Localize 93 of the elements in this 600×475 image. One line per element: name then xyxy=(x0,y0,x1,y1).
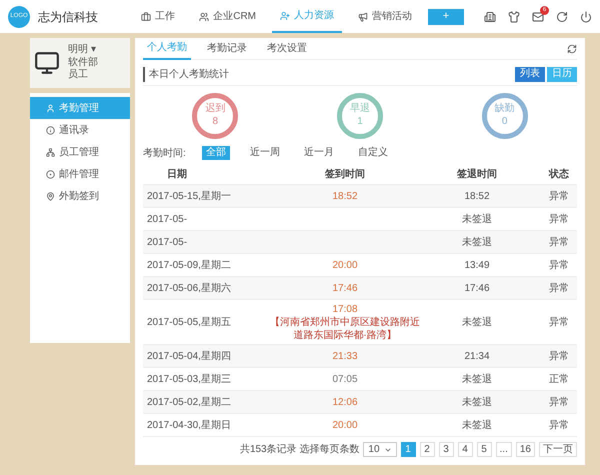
table-cell-text: 异常 xyxy=(549,236,569,250)
stat-value: 0 xyxy=(502,116,508,128)
column-header: 签到时间 xyxy=(324,168,366,182)
table-cell-text: 未签退 xyxy=(462,316,492,330)
shirt-icon[interactable] xyxy=(508,10,520,22)
table-cell-text: 07:05 xyxy=(332,372,358,387)
table-cell-text: 21:33 xyxy=(332,350,358,364)
people-icon xyxy=(199,12,210,22)
sidebar-item[interactable]: 员工管理 xyxy=(30,141,130,163)
building-icon[interactable] xyxy=(484,10,496,22)
record-summary: 共153条记录 选择每页条数 xyxy=(240,442,360,458)
page-button[interactable]: 3 xyxy=(438,442,454,458)
table-cell-text: 21:34 xyxy=(464,350,490,364)
table-cell-text: 12:06 xyxy=(332,396,358,410)
next-page-button[interactable]: 下一页 xyxy=(539,442,577,458)
info-icon xyxy=(46,126,55,134)
briefcase-icon xyxy=(141,12,152,22)
page-button[interactable]: ... xyxy=(496,442,512,458)
filter-option[interactable]: 自定义 xyxy=(354,146,392,160)
table-cell-text: 2017-05-04,星期四 xyxy=(147,350,231,364)
page-size-select[interactable]: 10 xyxy=(363,442,397,458)
table-cell-text: 20:00 xyxy=(332,258,358,273)
table-cell-text: 17:46 xyxy=(464,282,490,296)
mail-icon[interactable] xyxy=(532,10,544,22)
table-cell-text: 异常 xyxy=(549,212,569,227)
filter-label: 考勤时间: xyxy=(143,146,186,161)
sidebar-item[interactable]: 邮件管理 xyxy=(30,163,130,185)
table-cell-text: 17:46 xyxy=(332,282,358,296)
circle-dot-icon xyxy=(46,170,55,178)
stat-label: 迟到 xyxy=(205,103,226,116)
table-cell-text: 未签退 xyxy=(462,418,492,433)
filter-option[interactable]: 近一周 xyxy=(246,146,284,160)
stat-value: 8 xyxy=(212,116,218,128)
nav-tab[interactable]: 营销活动 xyxy=(350,0,420,33)
user-name[interactable]: 明明 ▾ xyxy=(68,44,98,57)
org-chart-icon xyxy=(46,148,55,156)
table-cell-text: 异常 xyxy=(549,350,569,364)
map-pin-icon xyxy=(46,192,55,200)
table-cell-text: 异常 xyxy=(549,282,569,296)
table-cell-text: 2017-05-09,星期二 xyxy=(147,258,231,273)
table-cell-text: 18:52 xyxy=(464,190,490,204)
page-button[interactable]: 16 xyxy=(516,442,535,458)
page-button[interactable]: 4 xyxy=(458,442,473,458)
table-cell-text: 未签退 xyxy=(462,396,492,410)
tab[interactable]: 考次设置 xyxy=(263,38,311,60)
table-cell-text: 17:08 xyxy=(332,303,358,316)
table-cell-text: 18:52 xyxy=(332,190,358,204)
tab[interactable]: 考勤记录 xyxy=(203,38,251,60)
table-cell-text: 13:49 xyxy=(464,258,490,273)
table-cell-text: 2017-05- xyxy=(147,236,188,250)
monitor-icon xyxy=(34,50,60,76)
table-cell-text: 异常 xyxy=(549,258,569,273)
sidebar-item[interactable]: 外勤签到 xyxy=(30,185,130,207)
column-header: 状态 xyxy=(548,168,570,182)
table-cell-text: 未签退 xyxy=(462,212,492,227)
table-cell-text: 2017-05- xyxy=(147,212,188,227)
nav-tab[interactable]: 工作 xyxy=(133,0,184,33)
department: 软件部 xyxy=(68,56,98,69)
table-cell-text: 2017-05-15,星期一 xyxy=(147,190,231,204)
table-cell-text: 异常 xyxy=(549,396,569,410)
card-title: 本日个人考勤统计 xyxy=(143,66,229,82)
table-cell-text: 异常 xyxy=(549,316,569,330)
page-button[interactable]: 5 xyxy=(476,442,492,458)
table-cell-text: 20:00 xyxy=(332,418,358,433)
table-cell-text: 2017-05-06,星期六 xyxy=(147,282,231,296)
nav-tab[interactable]: 企业CRM xyxy=(191,0,264,33)
stat-label: 早退 xyxy=(350,103,370,116)
stat-label: 缺勤 xyxy=(494,103,515,116)
column-header: 日期 xyxy=(166,168,188,182)
person-icon xyxy=(46,104,55,112)
table-cell-text: 正常 xyxy=(549,372,569,387)
person-add-icon xyxy=(280,10,290,20)
refresh-icon[interactable] xyxy=(556,10,568,22)
refresh-icon[interactable] xyxy=(567,44,577,54)
table-cell-text: 未签退 xyxy=(462,236,492,250)
power-icon[interactable] xyxy=(580,10,592,22)
company-name: 志为信科技 xyxy=(38,8,98,26)
table-cell-text: 异常 xyxy=(549,418,569,433)
table-cell-text: 未签退 xyxy=(462,372,492,387)
filter-option[interactable]: 近一月 xyxy=(300,146,338,160)
location-text: 【河南省郑州市中原区建设路附近道路东国际华都·路湾】 xyxy=(269,317,421,342)
table-cell-text: 2017-04-30,星期日 xyxy=(147,418,231,433)
table-cell-text: 2017-05-02,星期二 xyxy=(147,396,231,410)
page-button[interactable]: 2 xyxy=(420,442,435,458)
view-button[interactable]: 列表 xyxy=(515,66,545,82)
stat-value: 1 xyxy=(357,116,363,128)
column-header: 签退时间 xyxy=(456,168,498,182)
user-role: 员工 xyxy=(68,69,89,82)
megaphone-icon xyxy=(358,12,368,22)
table-cell-text: 异常 xyxy=(549,190,569,204)
table-cell-text: 2017-05-03,星期三 xyxy=(147,372,231,387)
sidebar-item[interactable]: 通讯录 xyxy=(30,119,130,141)
table-cell-text: 2017-05-05,星期五 xyxy=(147,316,231,330)
